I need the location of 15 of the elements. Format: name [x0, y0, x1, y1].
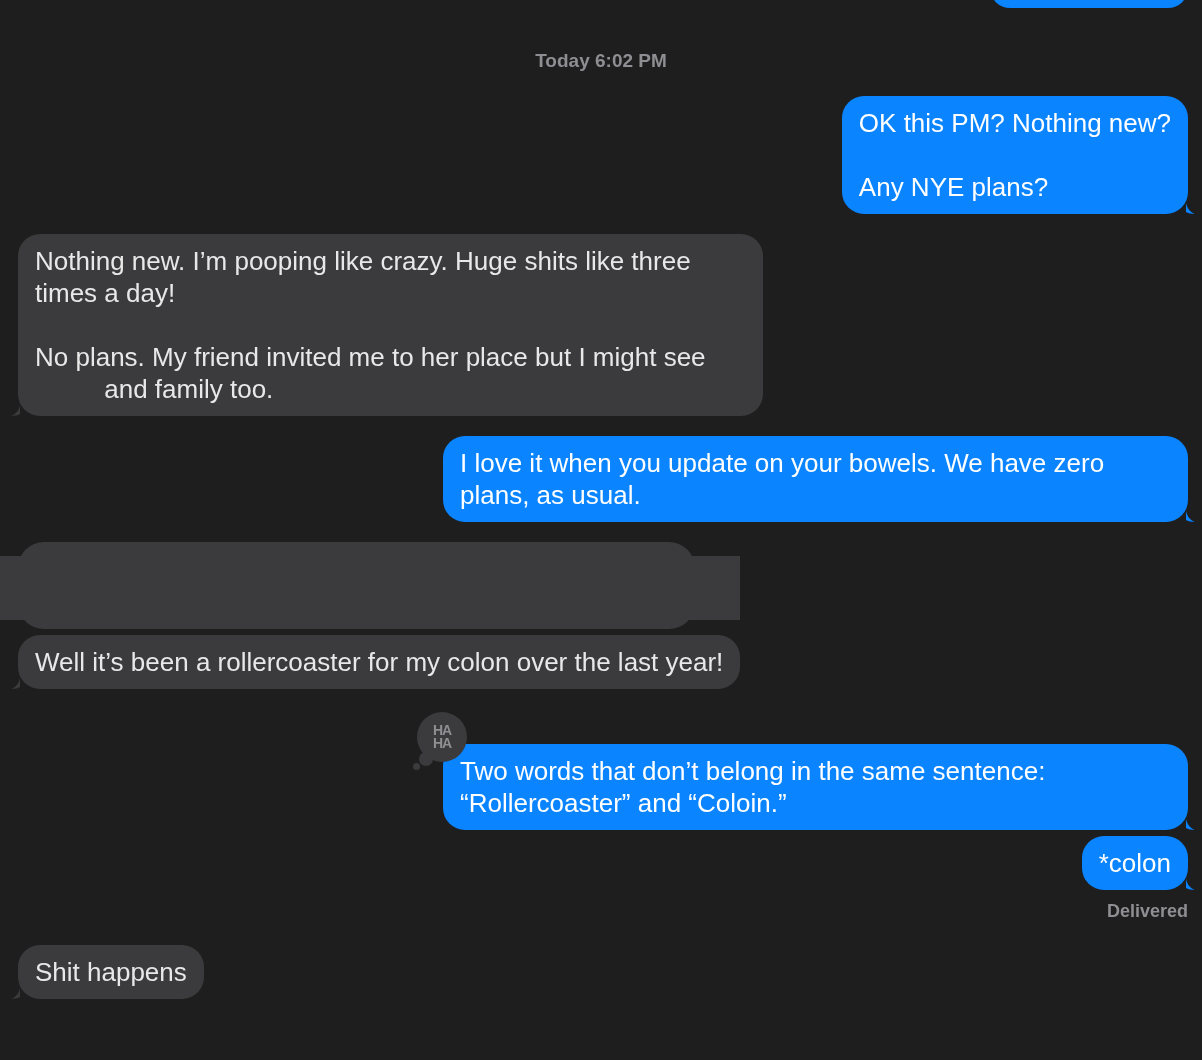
message-bubble: *colon [1081, 835, 1188, 890]
message-bubble: OK this PM? Nothing new? Any NYE plans? [841, 95, 1188, 214]
bubble-tail-icon [11, 404, 20, 416]
bubble-tail-icon [1186, 818, 1195, 830]
bubble-tail-icon [1186, 878, 1195, 890]
bubble-tail-icon [1186, 202, 1195, 214]
bubble-tail-icon [1186, 510, 1195, 522]
message-bubble: Nothing new. I’m pooping like crazy. Huge shits like three times a day! No plans. My friend invited me to her place but I might see and family too. [18, 233, 763, 416]
bubble-tail-icon [11, 987, 20, 999]
delivered-status: Delivered [1106, 900, 1188, 921]
message-bubble: Shit happens [18, 944, 204, 999]
bubble-tail-icon [11, 677, 20, 689]
message-bubble: I love it when you update on your bowels. We have zero plans, as usual. [443, 435, 1188, 522]
message-bubble: Well it’s been a rollercoaster for my colon over the last year! [18, 634, 741, 689]
timestamp: Today 6:02 PM [534, 49, 668, 73]
